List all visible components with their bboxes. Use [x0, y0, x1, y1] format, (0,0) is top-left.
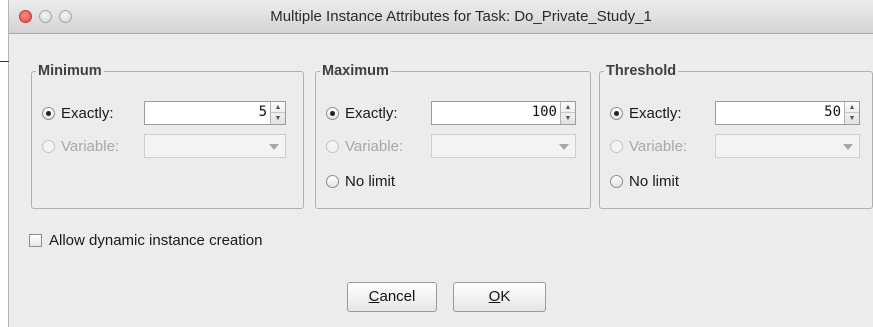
chevron-down-icon — [269, 144, 279, 150]
maximum-variable-dropdown — [431, 134, 576, 158]
chevron-down-icon — [559, 144, 569, 150]
maximum-variable-radio — [326, 139, 339, 153]
threshold-no-limit-option[interactable]: No limit — [610, 169, 679, 193]
dialog-window: Multiple Instance Attributes for Task: D… — [8, 0, 873, 327]
maximum-exactly-label: Exactly: — [345, 104, 398, 122]
maximum-increment-button[interactable]: ▲ — [561, 102, 575, 113]
maximum-variable-label: Variable: — [345, 137, 404, 155]
maximum-no-limit-label: No limit — [345, 172, 396, 190]
window-title: Multiple Instance Attributes for Task: D… — [270, 8, 652, 25]
background-edge-mark — [0, 61, 9, 62]
threshold-exactly-label: Exactly: — [629, 104, 682, 122]
threshold-decrement-button[interactable]: ▼ — [845, 113, 859, 124]
maximum-variable-option: Variable: — [326, 134, 403, 158]
maximum-exactly-radio[interactable] — [326, 106, 339, 120]
threshold-variable-dropdown — [715, 134, 860, 158]
minimum-variable-option: Variable: — [42, 134, 119, 158]
maximum-exactly-option[interactable]: Exactly: — [326, 101, 398, 125]
minimum-group: Minimum Exactly: 5 ▲ ▼ Variable: — [31, 63, 304, 209]
threshold-variable-radio — [610, 139, 623, 153]
title-bar: Multiple Instance Attributes for Task: D… — [9, 0, 873, 34]
maximum-no-limit-option[interactable]: No limit — [326, 169, 395, 193]
maximum-spinner-buttons: ▲ ▼ — [560, 102, 575, 124]
minimum-exactly-option[interactable]: Exactly: — [42, 101, 114, 125]
minimum-exactly-radio[interactable] — [42, 106, 55, 120]
chevron-down-icon — [843, 144, 853, 150]
minimum-variable-radio — [42, 139, 55, 153]
threshold-variable-option: Variable: — [610, 134, 687, 158]
ok-label-rest: K — [500, 288, 511, 305]
maximum-legend: Maximum — [322, 63, 389, 79]
minimum-increment-button[interactable]: ▲ — [271, 102, 285, 113]
threshold-increment-button[interactable]: ▲ — [845, 102, 859, 113]
threshold-legend: Threshold — [606, 63, 677, 79]
threshold-exactly-option[interactable]: Exactly: — [610, 101, 682, 125]
maximum-no-limit-radio[interactable] — [326, 174, 339, 188]
allow-dynamic-label: Allow dynamic instance creation — [49, 232, 263, 249]
threshold-exactly-value[interactable]: 50 — [824, 104, 841, 120]
threshold-no-limit-label: No limit — [629, 172, 680, 190]
threshold-no-limit-radio[interactable] — [610, 174, 623, 188]
maximum-group: Maximum Exactly: 100 ▲ ▼ Variable: No li… — [315, 63, 591, 209]
allow-dynamic-checkbox[interactable] — [29, 234, 42, 247]
threshold-group: Threshold Exactly: 50 ▲ ▼ Variable: No l… — [599, 63, 873, 209]
threshold-exactly-radio[interactable] — [610, 106, 623, 120]
minimum-spinner-buttons: ▲ ▼ — [270, 102, 285, 124]
minimum-exactly-value[interactable]: 5 — [259, 104, 267, 120]
maximum-exactly-spinner[interactable]: 100 ▲ ▼ — [431, 101, 576, 125]
allow-dynamic-option[interactable]: Allow dynamic instance creation — [29, 232, 262, 249]
ok-button[interactable]: OK — [453, 282, 546, 312]
threshold-exactly-spinner[interactable]: 50 ▲ ▼ — [715, 101, 860, 125]
threshold-spinner-buttons: ▲ ▼ — [844, 102, 859, 124]
minimum-variable-dropdown — [144, 134, 286, 158]
minimum-exactly-label: Exactly: — [61, 104, 114, 122]
cancel-mnemonic: C — [368, 288, 380, 305]
minimum-exactly-spinner[interactable]: 5 ▲ ▼ — [144, 101, 286, 125]
maximum-decrement-button[interactable]: ▼ — [561, 113, 575, 124]
cancel-button[interactable]: Cancel — [347, 282, 437, 312]
threshold-variable-label: Variable: — [629, 137, 688, 155]
ok-mnemonic: O — [488, 288, 501, 305]
maximum-exactly-value[interactable]: 100 — [532, 104, 557, 120]
minimum-legend: Minimum — [38, 63, 102, 79]
minimum-variable-label: Variable: — [61, 137, 120, 155]
minimum-decrement-button[interactable]: ▼ — [271, 113, 285, 124]
cancel-label-rest: ancel — [379, 288, 416, 305]
